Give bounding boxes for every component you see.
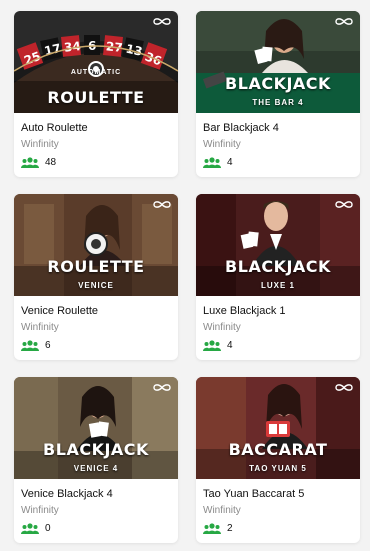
player-count: 4	[203, 155, 353, 169]
game-thumbnail[interactable]: ROULETTE VENICE	[14, 194, 178, 296]
game-card-bar-blackjack-4[interactable]: BLACKJACK THE BAR 4 Bar Blackjack 4 Winf…	[196, 11, 360, 177]
thumbnail-title: ROULETTE	[47, 88, 145, 107]
players-icon	[203, 522, 221, 534]
player-count-value: 48	[45, 156, 57, 168]
thumbnail-subtitle: TAO YUAN 5	[249, 464, 307, 473]
game-card-venice-blackjack-4[interactable]: BLACKJACK VENICE 4 Venice Blackjack 4 Wi…	[14, 377, 178, 543]
game-thumbnail[interactable]: BLACKJACK LUXE 1	[196, 194, 360, 296]
game-thumbnail[interactable]: BLACKJACK THE BAR 4	[196, 11, 360, 113]
game-grid: 25 17 34 6 27 13 36 AUTOMATIC ROULETTE A…	[0, 0, 370, 551]
player-count: 2	[203, 521, 353, 535]
thumbnail-title: BLACKJACK	[43, 440, 149, 459]
players-icon	[203, 339, 221, 351]
player-count: 4	[203, 338, 353, 352]
player-count-value: 0	[45, 522, 51, 534]
game-thumbnail[interactable]: BLACKJACK VENICE 4	[14, 377, 178, 479]
player-count: 48	[21, 155, 171, 169]
players-icon	[203, 156, 221, 168]
game-name[interactable]: Tao Yuan Baccarat 5	[203, 487, 353, 502]
thumbnail-title: BLACKJACK	[225, 74, 331, 93]
player-count-value: 2	[227, 522, 233, 534]
game-thumbnail[interactable]: 25 17 34 6 27 13 36 AUTOMATIC ROULETTE	[14, 11, 178, 113]
winfinity-logo-icon	[335, 201, 353, 208]
players-icon	[21, 522, 39, 534]
winfinity-logo-icon	[335, 18, 353, 25]
game-card-luxe-blackjack-1[interactable]: BLACKJACK LUXE 1 Luxe Blackjack 1 Winfin…	[196, 194, 360, 360]
thumbnail-title: BACCARAT	[228, 440, 328, 459]
players-icon	[21, 156, 39, 168]
thumbnail-overline: AUTOMATIC	[70, 69, 122, 76]
game-provider: Winfinity	[21, 505, 59, 516]
winfinity-logo-icon	[153, 18, 171, 25]
thumbnail-subtitle: VENICE 4	[73, 464, 119, 473]
game-provider: Winfinity	[203, 322, 241, 333]
player-count: 0	[21, 521, 171, 535]
winfinity-logo-icon	[153, 201, 171, 208]
player-count-value: 6	[45, 339, 51, 351]
thumbnail-title: BLACKJACK	[225, 257, 331, 276]
player-count-value: 4	[227, 339, 233, 351]
thumbnail-subtitle: THE BAR 4	[252, 98, 304, 107]
game-name[interactable]: Bar Blackjack 4	[203, 121, 353, 136]
game-name[interactable]: Venice Roulette	[21, 304, 171, 319]
winfinity-logo-icon	[153, 384, 171, 391]
game-name[interactable]: Luxe Blackjack 1	[203, 304, 353, 319]
game-provider: Winfinity	[203, 505, 241, 516]
winfinity-logo-icon	[335, 384, 353, 391]
player-count: 6	[21, 338, 171, 352]
game-provider: Winfinity	[21, 322, 59, 333]
thumbnail-subtitle: VENICE	[78, 281, 114, 290]
players-icon	[21, 339, 39, 351]
game-card-tao-yuan-baccarat-5[interactable]: BACCARAT TAO YUAN 5 Tao Yuan Baccarat 5 …	[196, 377, 360, 543]
player-count-value: 4	[227, 156, 233, 168]
game-provider: Winfinity	[21, 139, 59, 150]
game-card-venice-roulette[interactable]: ROULETTE VENICE Venice Roulette Winfinit…	[14, 194, 178, 360]
thumbnail-title: ROULETTE	[47, 257, 145, 276]
game-name[interactable]: Auto Roulette	[21, 121, 171, 136]
game-name[interactable]: Venice Blackjack 4	[21, 487, 171, 502]
game-provider: Winfinity	[203, 139, 241, 150]
thumbnail-subtitle: LUXE 1	[260, 281, 295, 290]
game-card-auto-roulette[interactable]: 25 17 34 6 27 13 36 AUTOMATIC ROULETTE A…	[14, 11, 178, 177]
game-thumbnail[interactable]: BACCARAT TAO YUAN 5	[196, 377, 360, 479]
